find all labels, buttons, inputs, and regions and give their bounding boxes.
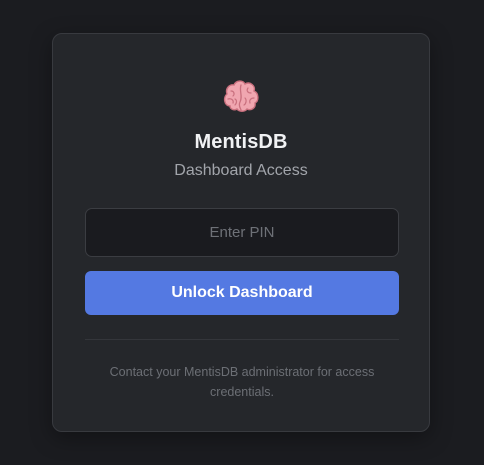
pin-input[interactable] xyxy=(85,208,399,257)
help-note: Contact your MentisDB administrator for … xyxy=(109,365,375,399)
login-card: MentisDB Dashboard Access Unlock Dashboa… xyxy=(52,33,430,432)
app-title: MentisDB xyxy=(194,131,288,153)
divider xyxy=(85,339,399,340)
brain-icon xyxy=(53,78,429,118)
page-subtitle: Dashboard Access xyxy=(174,162,308,179)
unlock-dashboard-button[interactable]: Unlock Dashboard xyxy=(85,271,399,315)
